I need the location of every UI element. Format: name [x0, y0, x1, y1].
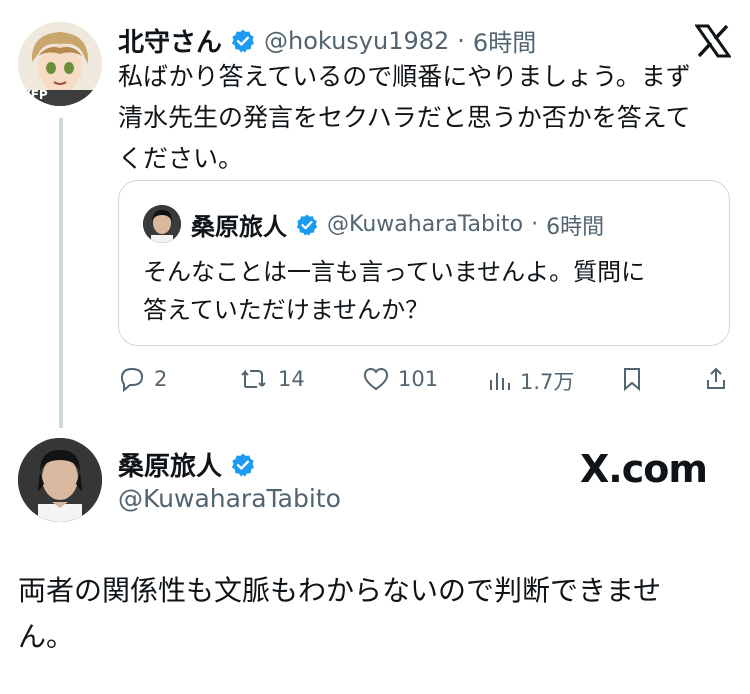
share-icon	[707, 367, 725, 389]
reply-text-line: 私ばかり答えているので順番にやりましょう。まず	[118, 62, 691, 91]
verified-badge-icon	[296, 214, 318, 236]
reply-count: 2	[154, 367, 168, 391]
retweet-action-button[interactable]: 14	[238, 366, 305, 392]
views-count: 1.7万	[520, 370, 575, 394]
bookmark-icon	[624, 368, 640, 392]
reply-author-handle[interactable]: @hokusyu1982	[264, 27, 449, 55]
header-separator: ·	[457, 26, 465, 55]
quoted-text-line: そんなことは一言も言っていませんよ。質問に	[143, 258, 646, 286]
quoted-tweet-card[interactable]: 桑原旅人 @KuwaharaTabito · 6時間 そんなことは一言も言ってい…	[118, 180, 730, 346]
main-author-name[interactable]: 桑原旅人	[118, 446, 222, 483]
verified-badge-icon	[231, 29, 255, 52]
main-author-handle[interactable]: @KuwaharaTabito	[118, 484, 341, 513]
quoted-author-name: 桑原旅人	[191, 213, 287, 241]
main-text-line: 両者の関係性も文脈もわからないので判断できませ	[18, 574, 662, 607]
views-action-button[interactable]: 1.7万	[486, 366, 574, 396]
views-chart-icon	[490, 373, 510, 390]
like-action-button[interactable]: 101	[362, 366, 438, 392]
hokusyu-avatar[interactable]: YFP	[18, 22, 102, 106]
reply-action-button[interactable]: 2	[118, 366, 167, 392]
quoted-text-line: 答えていただけませんか？	[143, 296, 430, 324]
reply-timestamp[interactable]: 6時間	[473, 23, 536, 58]
reply-text-line: 清水先生の発言をセクハラだと思うか否かを答えて	[118, 103, 691, 132]
quoted-author-avatar	[143, 205, 181, 243]
retweet-count: 14	[278, 367, 305, 391]
x-com-branding: X.com	[580, 447, 708, 491]
quoted-tweet-header: 桑原旅人 @KuwaharaTabito · 6時間	[191, 207, 604, 242]
reply-icon	[120, 367, 144, 392]
retweet-icon	[241, 369, 266, 388]
reply-tweet-text: 私ばかり答えているので順番にやりましょう。まず 清水先生の発言をセクハラだと思う…	[118, 56, 733, 179]
kuwahara-avatar[interactable]	[18, 438, 102, 522]
quoted-author-handle: @KuwaharaTabito	[327, 212, 524, 237]
verified-badge-icon	[231, 453, 255, 476]
reply-author-name[interactable]: 北守さん	[118, 22, 222, 59]
main-tweet-header: 桑原旅人	[118, 446, 256, 483]
reply-tweet-header: 北守さん @hokusyu1982 · 6時間	[118, 22, 536, 59]
bookmark-action-button[interactable]	[620, 366, 644, 392]
thread-connector-line	[59, 118, 63, 428]
reply-text-line: ください。	[118, 144, 244, 173]
header-separator: ·	[531, 212, 539, 237]
x-logo-icon	[695, 24, 731, 58]
like-count: 101	[398, 367, 439, 391]
main-tweet-text: 両者の関係性も文脈もわからないので判断できませ ん。	[18, 568, 733, 660]
avatar-badge-text: YFP	[22, 88, 48, 102]
share-action-button[interactable]	[704, 366, 728, 392]
main-text-line: ん。	[18, 620, 75, 653]
heart-icon	[363, 367, 389, 391]
quoted-tweet-text: そんなことは一言も言っていませんよ。質問に 答えていただけませんか？	[143, 253, 713, 329]
quoted-timestamp: 6時間	[546, 214, 605, 240]
